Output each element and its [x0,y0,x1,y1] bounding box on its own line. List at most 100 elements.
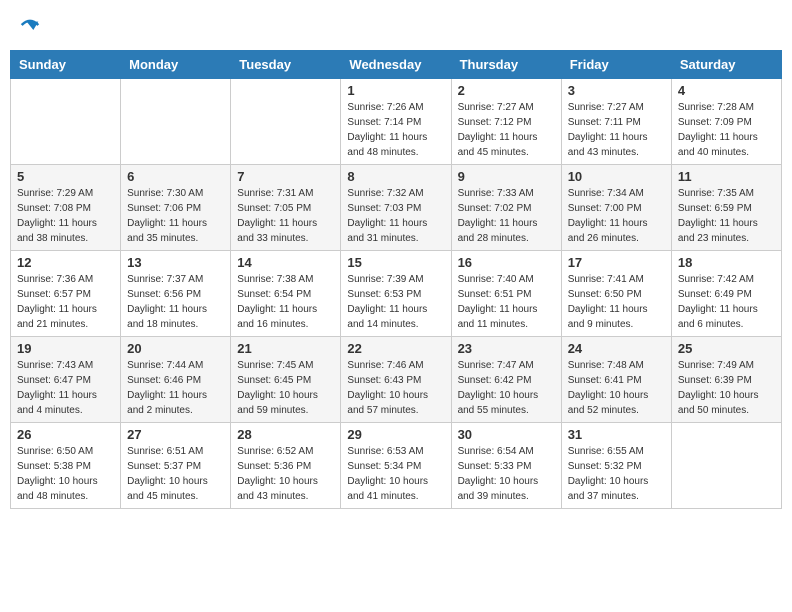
day-number: 19 [17,341,114,356]
weekday-header-monday: Monday [121,51,231,79]
day-number: 27 [127,427,224,442]
day-number: 31 [568,427,665,442]
weekday-header-sunday: Sunday [11,51,121,79]
day-info: Sunrise: 7:26 AMSunset: 7:14 PMDaylight:… [347,100,444,160]
day-info: Sunrise: 7:42 AMSunset: 6:49 PMDaylight:… [678,272,775,332]
day-info: Sunrise: 7:36 AMSunset: 6:57 PMDaylight:… [17,272,114,332]
day-number: 15 [347,255,444,270]
calendar-cell: 23 Sunrise: 7:47 AMSunset: 6:42 PMDayligh… [451,337,561,423]
week-row-4: 19 Sunrise: 7:43 AMSunset: 6:47 PMDayligh… [11,337,782,423]
calendar-cell: 21 Sunrise: 7:45 AMSunset: 6:45 PMDayligh… [231,337,341,423]
day-number: 4 [678,83,775,98]
day-number: 22 [347,341,444,356]
day-number: 7 [237,169,334,184]
logo [20,15,44,35]
calendar-cell [671,423,781,509]
day-info: Sunrise: 7:30 AMSunset: 7:06 PMDaylight:… [127,186,224,246]
calendar-cell: 12 Sunrise: 7:36 AMSunset: 6:57 PMDayligh… [11,251,121,337]
day-number: 17 [568,255,665,270]
weekday-header-row: SundayMondayTuesdayWednesdayThursdayFrid… [11,51,782,79]
day-number: 6 [127,169,224,184]
calendar-cell: 2Sunrise: 7:27 AMSunset: 7:12 PMDaylight… [451,79,561,165]
calendar-cell: 17 Sunrise: 7:41 AMSunset: 6:50 PMDayligh… [561,251,671,337]
week-row-1: 1 Sunrise: 7:26 AMSunset: 7:14 PMDaylight… [11,79,782,165]
day-number: 8 [347,169,444,184]
calendar: SundayMondayTuesdayWednesdayThursdayFrid… [10,50,782,509]
logo-icon [20,15,40,35]
calendar-cell: 26 Sunrise: 6:50 AMSunset: 5:38 PMDayligh… [11,423,121,509]
day-info: Sunrise: 7:44 AMSunset: 6:46 PMDaylight:… [127,358,224,418]
calendar-cell: 10Sunrise: 7:34 AMSunset: 7:00 PMDayligh… [561,165,671,251]
day-number: 24 [568,341,665,356]
calendar-cell [231,79,341,165]
day-number: 9 [458,169,555,184]
calendar-cell: 27 Sunrise: 6:51 AMSunset: 5:37 PMDayligh… [121,423,231,509]
calendar-cell: 3 Sunrise: 7:27 AMSunset: 7:11 PMDaylight… [561,79,671,165]
calendar-cell [121,79,231,165]
day-number: 3 [568,83,665,98]
day-number: 25 [678,341,775,356]
weekday-header-thursday: Thursday [451,51,561,79]
day-info: Sunrise: 6:54 AMSunset: 5:33 PMDaylight:… [458,444,555,504]
calendar-cell: 4 Sunrise: 7:28 AMSunset: 7:09 PMDaylight… [671,79,781,165]
day-number: 28 [237,427,334,442]
calendar-cell: 31 Sunrise: 6:55 AMSunset: 5:32 PMDayligh… [561,423,671,509]
day-info: Sunrise: 7:39 AMSunset: 6:53 PMDaylight:… [347,272,444,332]
day-info: Sunrise: 7:40 AMSunset: 6:51 PMDaylight:… [458,272,555,332]
calendar-cell: 7 Sunrise: 7:31 AMSunset: 7:05 PMDaylight… [231,165,341,251]
day-info: Sunrise: 7:49 AMSunset: 6:39 PMDaylight:… [678,358,775,418]
calendar-cell: 22 Sunrise: 7:46 AMSunset: 6:43 PMDayligh… [341,337,451,423]
calendar-cell: 20 Sunrise: 7:44 AMSunset: 6:46 PMDayligh… [121,337,231,423]
day-info: Sunrise: 7:45 AMSunset: 6:45 PMDaylight:… [237,358,334,418]
week-row-3: 12 Sunrise: 7:36 AMSunset: 6:57 PMDayligh… [11,251,782,337]
day-info: Sunrise: 7:27 AMSunset: 7:11 PMDaylight:… [568,100,665,160]
day-number: 26 [17,427,114,442]
day-info: Sunrise: 6:51 AMSunset: 5:37 PMDaylight:… [127,444,224,504]
calendar-cell: 25 Sunrise: 7:49 AMSunset: 6:39 PMDayligh… [671,337,781,423]
calendar-cell: 19 Sunrise: 7:43 AMSunset: 6:47 PMDayligh… [11,337,121,423]
calendar-cell: 18 Sunrise: 7:42 AMSunset: 6:49 PMDayligh… [671,251,781,337]
day-number: 18 [678,255,775,270]
day-info: Sunrise: 7:33 AMSunset: 7:02 PMDaylight:… [458,186,555,246]
calendar-cell: 30 Sunrise: 6:54 AMSunset: 5:33 PMDayligh… [451,423,561,509]
day-info: Sunrise: 7:27 AMSunset: 7:12 PMDaylight:… [458,100,555,160]
day-number: 23 [458,341,555,356]
week-row-5: 26 Sunrise: 6:50 AMSunset: 5:38 PMDayligh… [11,423,782,509]
day-info: Sunrise: 6:55 AMSunset: 5:32 PMDaylight:… [568,444,665,504]
day-info: Sunrise: 6:52 AMSunset: 5:36 PMDaylight:… [237,444,334,504]
day-number: 13 [127,255,224,270]
day-info: Sunrise: 7:28 AMSunset: 7:09 PMDaylight:… [678,100,775,160]
day-info: Sunrise: 7:31 AMSunset: 7:05 PMDaylight:… [237,186,334,246]
day-number: 30 [458,427,555,442]
day-info: Sunrise: 7:43 AMSunset: 6:47 PMDaylight:… [17,358,114,418]
calendar-cell [11,79,121,165]
day-info: Sunrise: 7:37 AMSunset: 6:56 PMDaylight:… [127,272,224,332]
day-info: Sunrise: 7:35 AMSunset: 6:59 PMDaylight:… [678,186,775,246]
calendar-cell: 6 Sunrise: 7:30 AMSunset: 7:06 PMDaylight… [121,165,231,251]
day-number: 12 [17,255,114,270]
page-header [10,10,782,40]
day-info: Sunrise: 7:34 AMSunset: 7:00 PMDaylight:… [568,186,665,246]
calendar-cell: 13 Sunrise: 7:37 AMSunset: 6:56 PMDayligh… [121,251,231,337]
day-number: 21 [237,341,334,356]
weekday-header-saturday: Saturday [671,51,781,79]
day-number: 29 [347,427,444,442]
calendar-cell: 16Sunrise: 7:40 AMSunset: 6:51 PMDayligh… [451,251,561,337]
week-row-2: 5Sunrise: 7:29 AMSunset: 7:08 PMDaylight… [11,165,782,251]
day-number: 5 [17,169,114,184]
day-number: 1 [347,83,444,98]
calendar-cell: 5Sunrise: 7:29 AMSunset: 7:08 PMDaylight… [11,165,121,251]
day-number: 11 [678,169,775,184]
day-info: Sunrise: 7:47 AMSunset: 6:42 PMDaylight:… [458,358,555,418]
day-info: Sunrise: 6:50 AMSunset: 5:38 PMDaylight:… [17,444,114,504]
day-info: Sunrise: 7:32 AMSunset: 7:03 PMDaylight:… [347,186,444,246]
weekday-header-wednesday: Wednesday [341,51,451,79]
weekday-header-friday: Friday [561,51,671,79]
day-info: Sunrise: 7:46 AMSunset: 6:43 PMDaylight:… [347,358,444,418]
day-info: Sunrise: 7:41 AMSunset: 6:50 PMDaylight:… [568,272,665,332]
calendar-cell: 29Sunrise: 6:53 AMSunset: 5:34 PMDayligh… [341,423,451,509]
day-number: 20 [127,341,224,356]
calendar-cell: 8 Sunrise: 7:32 AMSunset: 7:03 PMDaylight… [341,165,451,251]
day-number: 14 [237,255,334,270]
calendar-cell: 24Sunrise: 7:48 AMSunset: 6:41 PMDayligh… [561,337,671,423]
